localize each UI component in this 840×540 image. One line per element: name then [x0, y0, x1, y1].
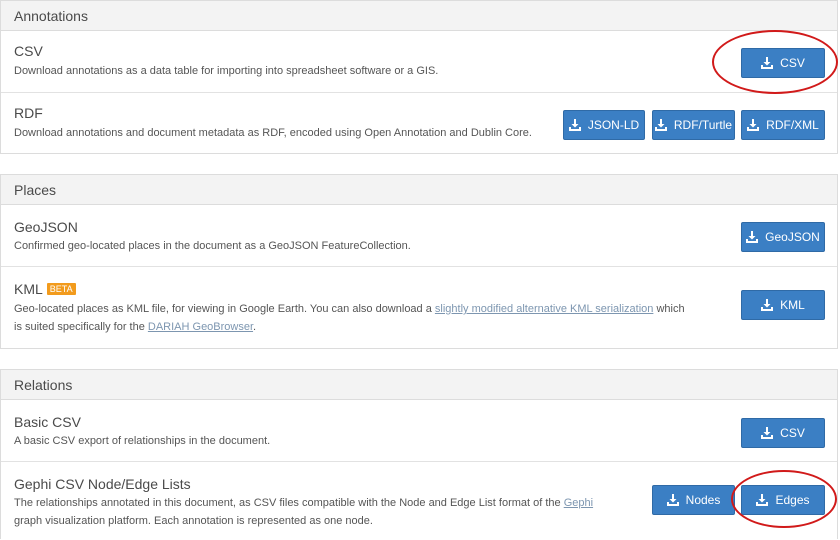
download-icon [761, 57, 773, 69]
download-json-ld-button[interactable]: JSON-LD [563, 110, 645, 140]
rdf-row: RDF Download annotations and document me… [1, 93, 837, 153]
beta-badge: BETA [46, 283, 76, 295]
gephi-link[interactable]: Gephi [564, 497, 593, 509]
alternative-kml-link[interactable]: slightly modified alternative KML serial… [435, 303, 653, 315]
relations-header: Relations [1, 370, 837, 400]
download-rdf-turtle-button[interactable]: RDF/Turtle [652, 110, 735, 140]
button-label: Edges [775, 493, 810, 507]
button-label: JSON-LD [587, 118, 640, 132]
download-icon [667, 494, 679, 506]
kml-desc-text: . [253, 321, 257, 333]
button-label: CSV [780, 426, 805, 440]
csv-row: CSV Download annotations as a data table… [1, 31, 837, 93]
download-annotations-csv-button[interactable]: CSV [741, 48, 825, 78]
download-edges-button[interactable]: Edges [741, 485, 825, 515]
gephi-row: Gephi CSV Node/Edge Lists The relationsh… [1, 462, 837, 540]
geojson-description: Confirmed geo-located places in the docu… [14, 240, 411, 252]
geojson-title: GeoJSON [14, 219, 78, 235]
button-label: RDF/Turtle [673, 118, 733, 132]
gephi-desc-text: graph visualization platform. Each annot… [14, 515, 373, 527]
rdf-title: RDF [14, 105, 43, 121]
kml-description: Geo-located places as KML file, for view… [14, 300, 694, 336]
download-relations-csv-button[interactable]: CSV [741, 418, 825, 448]
button-label: GeoJSON [765, 230, 820, 244]
button-label: RDF/XML [766, 118, 819, 132]
annotations-section: Annotations CSV Download annotations as … [0, 0, 838, 154]
dariah-geobrowser-link[interactable]: DARIAH GeoBrowser [148, 321, 253, 333]
download-icon [761, 427, 773, 439]
basic-csv-row: Basic CSV A basic CSV export of relation… [1, 400, 837, 462]
kml-title-text: KML [14, 281, 43, 297]
download-icon [569, 119, 581, 131]
download-icon [746, 231, 758, 243]
places-header: Places [1, 175, 837, 205]
download-geojson-button[interactable]: GeoJSON [741, 222, 825, 252]
download-icon [761, 299, 773, 311]
basic-csv-title: Basic CSV [14, 414, 81, 430]
gephi-title: Gephi CSV Node/Edge Lists [14, 476, 191, 492]
download-icon [756, 494, 768, 506]
geojson-row: GeoJSON Confirmed geo-located places in … [1, 205, 837, 267]
button-label: CSV [780, 56, 805, 70]
gephi-desc-text: The relationships annotated in this docu… [14, 497, 564, 509]
annotations-header: Annotations [1, 1, 837, 31]
places-section: Places GeoJSON Confirmed geo-located pla… [0, 174, 838, 349]
kml-desc-text: Geo-located places as KML file, for view… [14, 303, 435, 315]
download-rdf-xml-button[interactable]: RDF/XML [741, 110, 825, 140]
button-label: KML [780, 298, 805, 312]
button-label: Nodes [685, 493, 721, 507]
kml-row: KML BETA Geo-located places as KML file, … [1, 267, 837, 348]
rdf-description: Download annotations and document metada… [14, 127, 532, 139]
download-kml-button[interactable]: KML [741, 290, 825, 320]
basic-csv-description: A basic CSV export of relationships in t… [14, 435, 271, 447]
download-nodes-button[interactable]: Nodes [652, 485, 735, 515]
download-icon [747, 119, 759, 131]
download-icon [655, 119, 667, 131]
csv-title: CSV [14, 43, 43, 59]
kml-title: KML BETA [14, 281, 76, 297]
gephi-description: The relationships annotated in this docu… [14, 494, 614, 530]
relations-section: Relations Basic CSV A basic CSV export o… [0, 369, 838, 539]
csv-description: Download annotations as a data table for… [14, 65, 439, 77]
